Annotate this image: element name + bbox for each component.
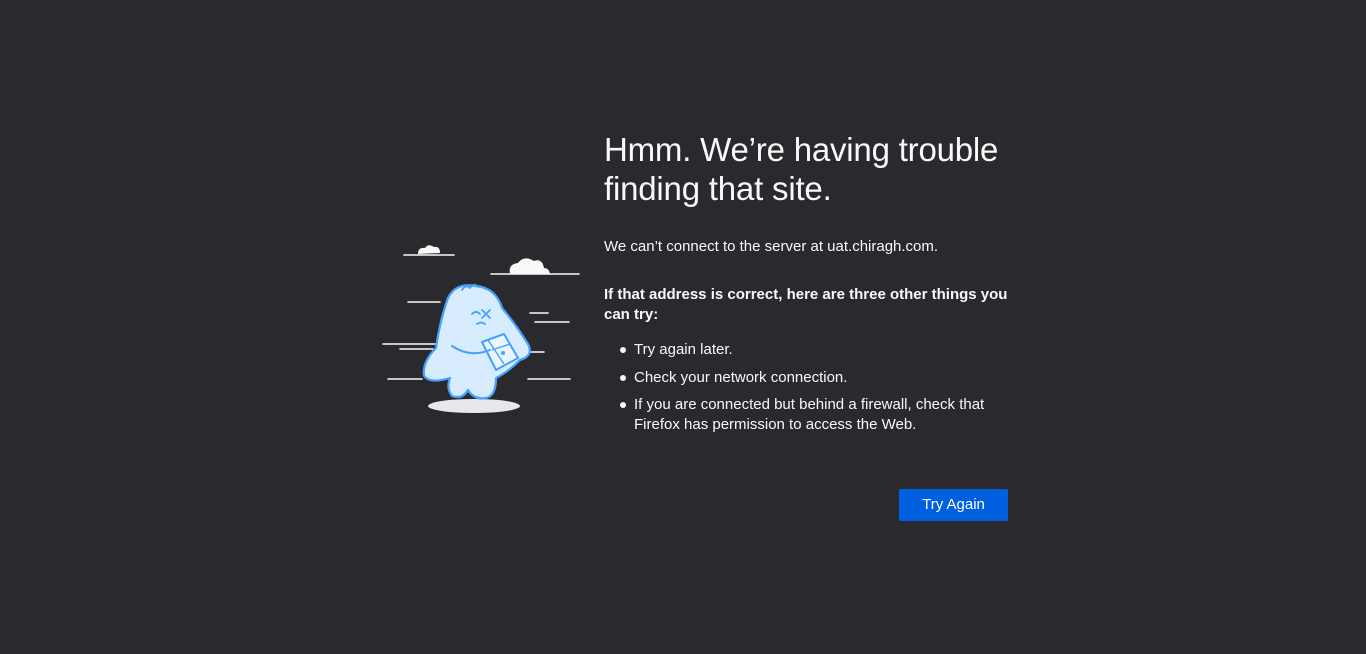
error-title: Hmm. We’re having trouble finding that s… (604, 131, 999, 207)
error-description: We can’t connect to the server at uat.ch… (604, 238, 939, 255)
suggestions-list: Try again later. Check your network conn… (604, 340, 1014, 435)
suggestion-text: If you are connected but behind a firewa… (634, 396, 985, 433)
bullet-icon (620, 347, 626, 353)
suggestions-heading: If that address is correct, here are thr… (604, 286, 1008, 323)
lost-creature-illustration (378, 238, 584, 418)
bullet-icon (620, 374, 626, 381)
error-page: Hmm. We’re having trouble finding that s… (0, 0, 1366, 654)
suggestion-item: If you are connected but behind a firewa… (620, 395, 1014, 435)
suggestion-item: Try again later. (620, 340, 1014, 360)
bullet-icon (620, 402, 626, 408)
suggestion-item: Check your network connection. (620, 368, 1014, 388)
try-again-button[interactable]: Try Again (899, 489, 1008, 521)
suggestion-text: Try again later. (634, 341, 733, 358)
error-content: Hmm. We’re having trouble finding that s… (604, 130, 1014, 443)
suggestion-text: Check your network connection. (634, 368, 848, 386)
